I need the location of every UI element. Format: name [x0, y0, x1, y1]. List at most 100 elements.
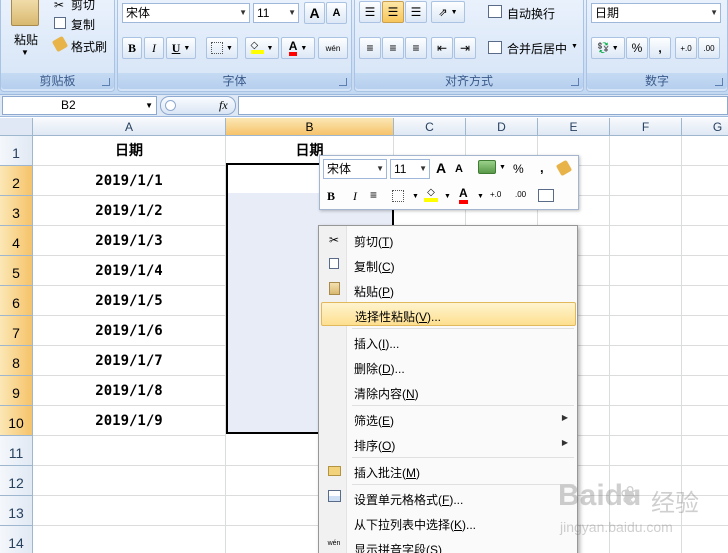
- align-right-button[interactable]: ≡: [405, 37, 427, 59]
- bold-button[interactable]: B: [122, 37, 142, 59]
- font-dialog-launcher[interactable]: [339, 78, 347, 86]
- menu-item-paste-special[interactable]: 选择性粘贴(V)...: [321, 302, 576, 326]
- column-header-g[interactable]: G: [682, 118, 728, 136]
- row-header[interactable]: 2: [0, 166, 33, 196]
- shrink-font-button[interactable]: A: [326, 2, 347, 24]
- row-header[interactable]: 3: [0, 196, 33, 226]
- chevron-down-icon[interactable]: ▼: [412, 193, 419, 200]
- row-header[interactable]: 12: [0, 466, 33, 496]
- chevron-down-icon[interactable]: ▼: [499, 164, 506, 171]
- align-top-button[interactable]: ☰: [359, 1, 381, 23]
- mini-increase-decimal-icon[interactable]: +.0: [490, 190, 501, 199]
- fill-color-button[interactable]: ◇ ▼: [245, 37, 279, 59]
- cell-a11[interactable]: [33, 436, 226, 466]
- row-header[interactable]: 8: [0, 346, 33, 376]
- mini-center-icon[interactable]: ≡: [370, 188, 377, 202]
- menu-item-paste[interactable]: 粘贴(P): [321, 278, 576, 302]
- cell-a5[interactable]: 2019/1/4: [33, 256, 226, 286]
- number-dialog-launcher[interactable]: [715, 78, 723, 86]
- menu-item-show-phonetic[interactable]: wén 显示拼音字段(S): [321, 536, 576, 553]
- comma-button[interactable]: ,: [649, 37, 671, 59]
- cell-a8[interactable]: 2019/1/7: [33, 346, 226, 376]
- row-header[interactable]: 1: [0, 136, 33, 166]
- paste-button[interactable]: 粘贴: [14, 31, 38, 48]
- menu-item-insert[interactable]: 插入(I)...: [321, 330, 576, 354]
- row-header[interactable]: 11: [0, 436, 33, 466]
- copy-icon[interactable]: [54, 17, 66, 29]
- clipboard-dialog-launcher[interactable]: [102, 78, 110, 86]
- cut-icon[interactable]: ✂: [54, 0, 64, 12]
- mini-fill-color-icon[interactable]: ◇: [424, 188, 438, 202]
- cell-a14[interactable]: [33, 526, 226, 553]
- mini-currency-icon[interactable]: [478, 160, 496, 174]
- mini-percent-icon[interactable]: %: [513, 162, 524, 176]
- cell-a6[interactable]: 2019/1/5: [33, 286, 226, 316]
- cell-a2[interactable]: 2019/1/1: [33, 166, 226, 196]
- copy-button[interactable]: 复制: [71, 16, 95, 33]
- wrap-text-button[interactable]: 自动换行: [507, 5, 555, 22]
- menu-item-clear-contents[interactable]: 清除内容(N): [321, 380, 576, 404]
- mini-italic-icon[interactable]: I: [353, 189, 357, 204]
- column-header-c[interactable]: C: [394, 118, 466, 136]
- row-header[interactable]: 4: [0, 226, 33, 256]
- cut-button[interactable]: 剪切: [71, 0, 95, 13]
- mini-size-combo[interactable]: 11 ▼: [390, 159, 430, 179]
- row-header[interactable]: 9: [0, 376, 33, 406]
- menu-item-cut[interactable]: ✂ 剪切(T): [321, 228, 576, 252]
- merge-center-icon[interactable]: [488, 41, 502, 54]
- mini-decrease-decimal-icon[interactable]: .00: [515, 190, 526, 199]
- row-header[interactable]: 7: [0, 316, 33, 346]
- column-header-f[interactable]: F: [610, 118, 682, 136]
- mini-font-color-icon[interactable]: A: [459, 187, 468, 204]
- chevron-down-icon[interactable]: ▼: [444, 193, 451, 200]
- insert-function-icon[interactable]: fx: [219, 98, 228, 113]
- phonetic-button[interactable]: wén: [318, 37, 348, 59]
- number-format-combo[interactable]: 日期 ▼: [591, 3, 721, 23]
- merge-center-button[interactable]: 合并后居中: [507, 40, 567, 57]
- formula-input[interactable]: [238, 96, 728, 115]
- menu-item-filter[interactable]: 筛选(E) ▶: [321, 407, 576, 431]
- mini-format-painter-icon[interactable]: [555, 159, 573, 177]
- paste-dropdown-icon[interactable]: ▼: [21, 48, 29, 57]
- cell-a1[interactable]: 日期: [33, 136, 226, 166]
- increase-indent-button[interactable]: ⇥: [454, 37, 476, 59]
- paste-icon[interactable]: [11, 0, 39, 26]
- align-left-button[interactable]: ≡: [359, 37, 381, 59]
- align-center-button[interactable]: ≡: [382, 37, 404, 59]
- cell-a3[interactable]: 2019/1/2: [33, 196, 226, 226]
- chevron-down-icon[interactable]: ▼: [145, 97, 153, 114]
- column-header-b[interactable]: B: [226, 118, 394, 136]
- wrap-text-icon[interactable]: [488, 5, 502, 18]
- mini-merge-icon[interactable]: [538, 189, 554, 202]
- column-header-d[interactable]: D: [466, 118, 538, 136]
- format-painter-icon[interactable]: [51, 35, 69, 53]
- menu-item-insert-comment[interactable]: 插入批注(M): [321, 459, 576, 483]
- menu-item-sort[interactable]: 排序(O) ▶: [321, 432, 576, 456]
- mini-bold-icon[interactable]: B: [327, 189, 335, 204]
- decrease-indent-button[interactable]: ⇤: [431, 37, 453, 59]
- menu-item-delete[interactable]: 删除(D)...: [321, 355, 576, 379]
- align-middle-button[interactable]: ☰: [382, 1, 404, 23]
- cell-a12[interactable]: [33, 466, 226, 496]
- percent-button[interactable]: %: [626, 37, 648, 59]
- format-painter-button[interactable]: 格式刷: [71, 38, 107, 55]
- mini-shrink-font-icon[interactable]: A: [455, 163, 463, 175]
- cell-a10[interactable]: 2019/1/9: [33, 406, 226, 436]
- menu-item-format-cells[interactable]: 设置单元格格式(F)...: [321, 486, 576, 510]
- row-header[interactable]: 5: [0, 256, 33, 286]
- mini-grow-font-icon[interactable]: A: [436, 160, 446, 176]
- cell-a7[interactable]: 2019/1/6: [33, 316, 226, 346]
- font-name-combo[interactable]: 宋体 ▼: [122, 3, 250, 23]
- chevron-down-icon[interactable]: ▼: [571, 43, 578, 50]
- chevron-down-icon[interactable]: ▼: [477, 193, 484, 200]
- underline-button[interactable]: U ▼: [166, 37, 196, 59]
- decrease-decimal-button[interactable]: .00: [698, 37, 720, 59]
- menu-item-copy[interactable]: 复制(C): [321, 253, 576, 277]
- cell-a4[interactable]: 2019/1/3: [33, 226, 226, 256]
- column-header-a[interactable]: A: [33, 118, 226, 136]
- row-header[interactable]: 13: [0, 496, 33, 526]
- grow-font-button[interactable]: A: [304, 2, 325, 24]
- font-size-combo[interactable]: 11 ▼: [253, 3, 299, 23]
- italic-button[interactable]: I: [144, 37, 164, 59]
- orientation-button[interactable]: ⇗ ▼: [431, 1, 465, 23]
